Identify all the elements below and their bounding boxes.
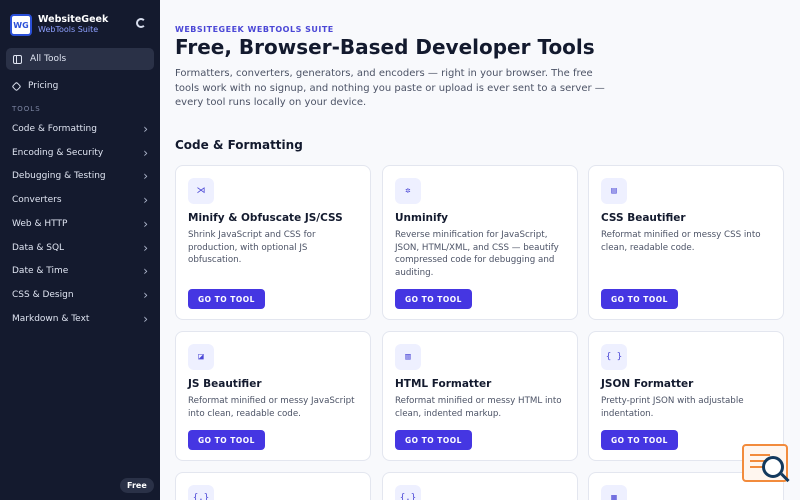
minify-icon: ⋊	[188, 178, 214, 204]
tool-card: ⋊ Minify & Obfuscate JS/CSS Shrink JavaS…	[175, 165, 371, 320]
tool-card: { } JSON Formatter Pretty-print JSON wit…	[588, 331, 784, 461]
chevron-right-icon: ›	[143, 217, 148, 231]
grid-icon	[13, 54, 22, 64]
go-to-tool-button[interactable]: GO TO TOOL	[601, 430, 678, 450]
js-file-icon: ◪	[188, 344, 214, 370]
sidebar-item-pricing[interactable]: Pricing	[6, 75, 154, 97]
section-title: Code & Formatting	[175, 138, 303, 152]
go-to-tool-button[interactable]: GO TO TOOL	[188, 289, 265, 309]
unminify-icon: ✲	[395, 178, 421, 204]
table-icon: ▦	[601, 485, 627, 500]
plan-badge: Free	[120, 478, 154, 493]
braces-icon: {.}	[395, 485, 421, 500]
card-title: Minify & Obfuscate JS/CSS	[188, 212, 343, 224]
tool-card: {.}	[382, 472, 578, 500]
brand[interactable]: WG WebsiteGeek WebTools Suite	[10, 12, 150, 38]
tools-section-label: TOOLS	[12, 105, 41, 113]
sidebar-category[interactable]: Converters ›	[12, 191, 148, 209]
logo: WG	[10, 14, 32, 36]
sidebar-item-label: Pricing	[28, 81, 59, 91]
sidebar-category[interactable]: Debugging & Testing ›	[12, 167, 148, 185]
category-label: Web & HTTP	[12, 219, 68, 229]
html-file-icon: ▥	[395, 344, 421, 370]
sidebar-category[interactable]: Web & HTTP ›	[12, 215, 148, 233]
category-label: Debugging & Testing	[12, 171, 106, 181]
sidebar-category[interactable]: Encoding & Security ›	[12, 144, 148, 162]
intro-text: Formatters, converters, generators, and …	[175, 68, 605, 108]
tool-card: ▤ CSS Beautifier Reformat minified or me…	[588, 165, 784, 320]
chevron-right-icon: ›	[143, 312, 148, 326]
chevron-right-icon: ›	[143, 264, 148, 278]
sidebar-category[interactable]: Date & Time ›	[12, 262, 148, 280]
theme-toggle-icon[interactable]	[136, 18, 146, 28]
chevron-right-icon: ›	[143, 288, 148, 302]
card-title: JS Beautifier	[188, 378, 262, 390]
category-label: Code & Formatting	[12, 124, 97, 134]
chevron-right-icon: ›	[143, 169, 148, 183]
tool-card: ▥ HTML Formatter Reformat minified or me…	[382, 331, 578, 461]
category-label: CSS & Design	[12, 290, 74, 300]
tag-icon	[11, 81, 22, 91]
category-label: Converters	[12, 195, 62, 205]
card-title: HTML Formatter	[395, 378, 492, 390]
go-to-tool-button[interactable]: GO TO TOOL	[188, 430, 265, 450]
card-title: Unminify	[395, 212, 449, 224]
sidebar-category[interactable]: Data & SQL ›	[12, 239, 148, 257]
sidebar-item-all-tools[interactable]: All Tools	[6, 48, 154, 70]
tool-card: ✲ Unminify Reverse minification for Java…	[382, 165, 578, 320]
category-label: Data & SQL	[12, 243, 65, 253]
chevron-right-icon: ›	[143, 122, 148, 136]
card-description: Reformat minified or messy HTML into cle…	[395, 396, 562, 419]
category-label: Date & Time	[12, 266, 69, 276]
tool-card: ◪ JS Beautifier Reformat minified or mes…	[175, 331, 371, 461]
main-content: WEBSITEGEEK WEBTOOLS SUITE Free, Browser…	[160, 0, 800, 500]
card-title: CSS Beautifier	[601, 212, 686, 224]
tool-card: {.}	[175, 472, 371, 500]
page-title: Free, Browser-Based Developer Tools	[175, 35, 595, 59]
sidebar-item-label: All Tools	[30, 54, 67, 64]
card-description: Shrink JavaScript and CSS for production…	[188, 230, 316, 266]
category-label: Encoding & Security	[12, 148, 104, 158]
card-description: Reformat minified or messy JavaScript in…	[188, 396, 355, 419]
go-to-tool-button[interactable]: GO TO TOOL	[395, 289, 472, 309]
go-to-tool-button[interactable]: GO TO TOOL	[395, 430, 472, 450]
card-description: Pretty-print JSON with adjustable indent…	[601, 396, 744, 419]
card-description: Reverse minification for JavaScript, JSO…	[395, 230, 559, 278]
go-to-tool-button[interactable]: GO TO TOOL	[601, 289, 678, 309]
braces-icon: {.}	[188, 485, 214, 500]
sidebar: WG WebsiteGeek WebTools Suite All Tools …	[0, 0, 160, 500]
card-description: Reformat minified or messy CSS into clea…	[601, 230, 761, 253]
eyebrow: WEBSITEGEEK WEBTOOLS SUITE	[175, 25, 334, 34]
css-file-icon: ▤	[601, 178, 627, 204]
brand-subtitle: WebTools Suite	[38, 24, 99, 34]
chevron-right-icon: ›	[143, 146, 148, 160]
card-title: JSON Formatter	[601, 378, 694, 390]
chevron-right-icon: ›	[143, 193, 148, 207]
json-braces-icon: { }	[601, 344, 627, 370]
sidebar-category[interactable]: Markdown & Text ›	[12, 310, 148, 328]
chevron-right-icon: ›	[143, 241, 148, 255]
help-widget[interactable]	[742, 444, 794, 490]
sidebar-category[interactable]: Code & Formatting ›	[12, 120, 148, 138]
sidebar-category[interactable]: CSS & Design ›	[12, 286, 148, 304]
category-label: Markdown & Text	[12, 314, 90, 324]
